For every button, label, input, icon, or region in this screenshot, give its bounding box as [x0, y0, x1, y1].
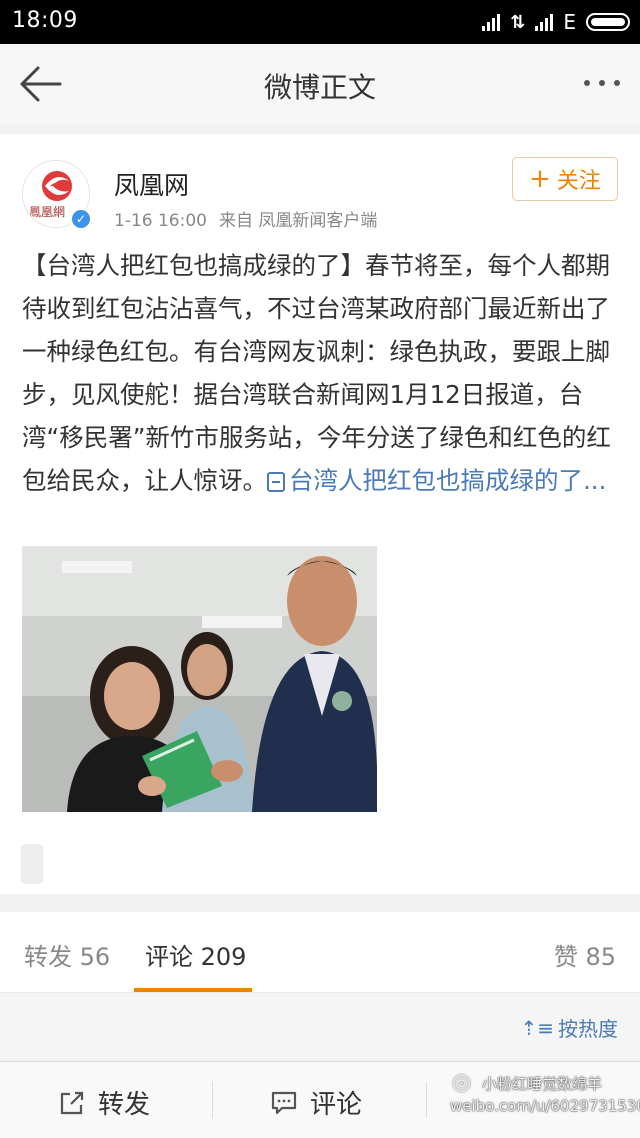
watermark: 小粉红睡觉数绵羊 weibo.com/u/6029731530: [450, 1073, 640, 1117]
signal-icon: [482, 13, 501, 31]
tab-likes[interactable]: 赞 85: [554, 937, 616, 972]
weibo-logo-icon: ◎: [452, 1070, 472, 1095]
divider: [426, 1082, 427, 1118]
post-meta: 1-16 16:00 来自 凤凰新闻客户端: [114, 206, 377, 231]
repost-button[interactable]: 转发: [58, 1084, 150, 1121]
comment-label: 评论: [310, 1090, 363, 1120]
watermark-url: weibo.com/u/6029731530: [450, 1097, 640, 1115]
post-time: 1-16 16:00: [114, 211, 207, 231]
article-link-icon: [267, 472, 285, 492]
page-title: 微博正文: [263, 71, 376, 104]
follow-button[interactable]: + 关注: [512, 157, 618, 201]
more-menu-icon[interactable]: [584, 80, 620, 86]
phoenix-logo-icon: [42, 171, 72, 201]
active-tab-indicator: [134, 988, 252, 992]
comment-button[interactable]: 评论: [270, 1084, 362, 1121]
post-photo-illustration: [22, 546, 377, 812]
avatar-brand-text: 鳳凰網: [29, 205, 66, 219]
plus-icon: +: [529, 164, 551, 194]
post-source: 来自 凤凰新闻客户端: [218, 211, 378, 231]
status-bar: 18:09 ⇅ E: [0, 0, 640, 44]
sort-label: 按热度: [558, 1017, 618, 1041]
signal-icon-2: [535, 13, 554, 31]
battery-icon: [586, 13, 630, 31]
comment-icon: [271, 1091, 297, 1114]
sort-row: ⇡≡ 按热度: [0, 993, 640, 1059]
interaction-tabs: 转发 56 评论 209 赞 85: [0, 912, 640, 993]
verified-badge-icon: ✓: [70, 208, 92, 230]
nav-bar: 微博正文: [0, 44, 640, 124]
data-transfer-icon: ⇅: [510, 11, 526, 33]
post-image[interactable]: [22, 546, 377, 812]
watermark-name: 小粉红睡觉数绵羊: [482, 1075, 603, 1093]
author-name[interactable]: 凤凰网: [114, 166, 189, 202]
article-link-text: 台湾人把红包也搞成绿的了...: [289, 466, 607, 495]
follow-label: 关注: [556, 169, 601, 194]
status-time: 18:09: [12, 8, 78, 33]
network-type: E: [563, 10, 576, 34]
expand-handle[interactable]: [21, 844, 43, 884]
sort-by-hot-button[interactable]: ⇡≡ 按热度: [520, 1013, 618, 1042]
post-card: 鳳凰網 ✓ 凤凰网 1-16 16:00 来自 凤凰新闻客户端 + 关注 【台湾人…: [0, 134, 640, 894]
share-icon: [60, 1091, 84, 1114]
status-icons: ⇅ E: [482, 10, 630, 34]
divider: [212, 1082, 213, 1118]
tab-comments[interactable]: 评论 209: [145, 937, 246, 972]
post-text: 【台湾人把红包也搞成绿的了】春节将至，每个人都期待收到红包沾沾喜气，不过台湾某政…: [22, 251, 611, 495]
article-link[interactable]: 台湾人把红包也搞成绿的了...: [267, 466, 606, 495]
tab-reposts[interactable]: 转发 56: [24, 937, 110, 972]
sort-icon: ⇡≡: [520, 1015, 554, 1040]
repost-label: 转发: [98, 1090, 151, 1120]
post-body: 【台湾人把红包也搞成绿的了】春节将至，每个人都期待收到红包沾沾喜气，不过台湾某政…: [22, 244, 622, 502]
